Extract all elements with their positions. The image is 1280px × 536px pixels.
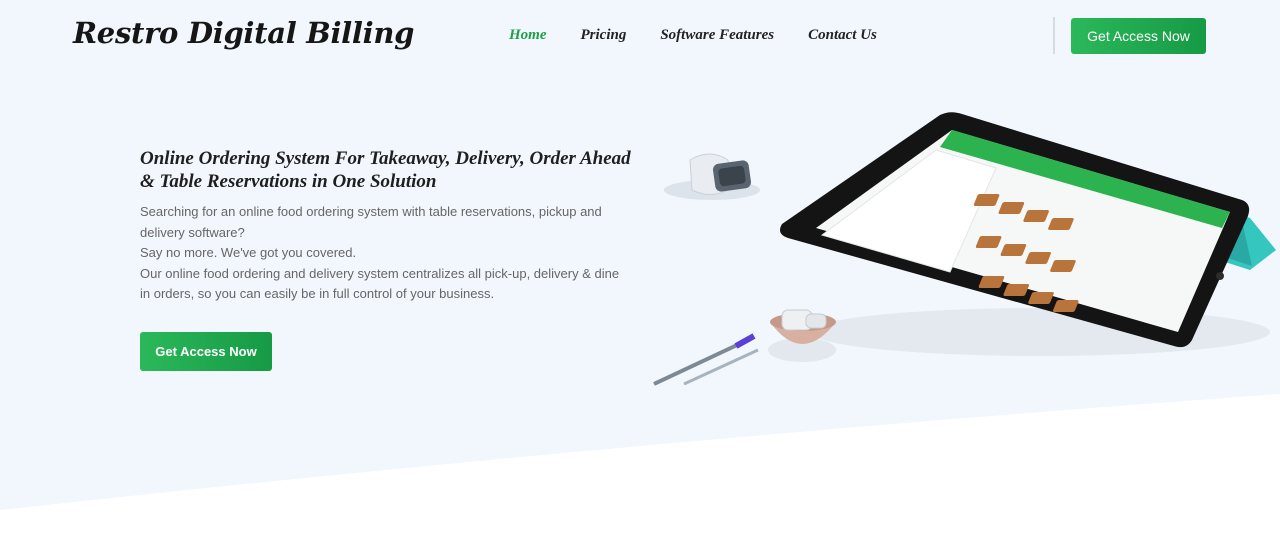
hero-paragraph: Our online food ordering and delivery sy… bbox=[140, 265, 620, 302]
hero-paragraph: Say no more. We've got you covered. bbox=[140, 245, 357, 261]
tablet-pos-icon bbox=[780, 112, 1276, 356]
nav-contact-us[interactable]: Contact Us bbox=[808, 27, 877, 44]
hero-paragraph: Searching for an online food ordering sy… bbox=[140, 204, 602, 240]
nav-software-features[interactable]: Software Features bbox=[660, 27, 774, 44]
pen-icon bbox=[653, 333, 759, 386]
hero-bottom-wave bbox=[0, 394, 1280, 536]
header-divider bbox=[1053, 17, 1055, 54]
hero-title: Online Ordering System For Takeaway, Del… bbox=[140, 148, 631, 192]
nav-pricing[interactable]: Pricing bbox=[581, 27, 627, 44]
header-get-access-button[interactable]: Get Access Now bbox=[1071, 18, 1206, 54]
hero-description: Searching for an online food ordering sy… bbox=[140, 202, 630, 305]
smartwatch-icon bbox=[664, 153, 760, 200]
hero-illustration bbox=[653, 112, 1276, 386]
nav-home[interactable]: Home bbox=[509, 27, 547, 44]
site-logo[interactable]: Restro Digital Billing bbox=[73, 16, 414, 50]
main-nav: Home Pricing Software Features Contact U… bbox=[509, 27, 877, 44]
hero-get-access-button[interactable]: Get Access Now bbox=[140, 332, 272, 371]
